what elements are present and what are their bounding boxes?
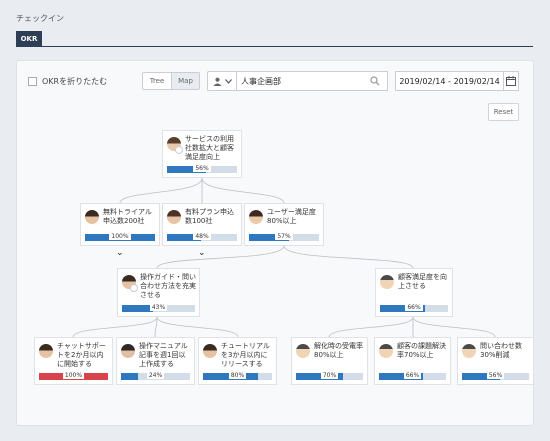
progress-bar: 43%: [122, 304, 195, 312]
okr-node[interactable]: 問い合わせ数30%削減 56%: [457, 337, 534, 385]
node-title: チャットサポートを2か月以内に開始する: [57, 342, 106, 368]
node-title: 操作マニュアル記事を週1回以上作成する: [139, 342, 188, 368]
progress-bar: 56%: [462, 372, 529, 380]
progress-bar: 66%: [380, 304, 448, 312]
okr-node[interactable]: 無料トライアル申込数200社 100%: [80, 203, 160, 246]
avatar: [249, 210, 263, 224]
expand-chevron-icon[interactable]: ⌄: [198, 248, 206, 258]
node-title: 顧客の課題解決率70%以上: [397, 342, 446, 359]
progress-bar: 56%: [167, 165, 237, 173]
okr-node[interactable]: チュートリアルを3か月以内にリリースする 80%: [198, 337, 277, 385]
progress-bar: 70%: [296, 372, 363, 380]
progress-bar: 57%: [249, 233, 319, 241]
okr-node-root[interactable]: サービスの利用社数拡大と顧客満足度向上 56%: [162, 130, 242, 178]
progress-bar: 80%: [203, 372, 272, 380]
progress-label: 56%: [486, 372, 505, 379]
avatar: [203, 344, 217, 358]
okr-node[interactable]: 顧客の課題解決率70%以上 66%: [374, 337, 451, 385]
avatar: [296, 344, 310, 358]
node-title: 顧客満足度を向上させる: [398, 273, 447, 290]
progress-bar: 48%: [167, 233, 237, 241]
progress-label: 57%: [275, 233, 293, 240]
avatar: [39, 344, 53, 358]
progress-label: 43%: [149, 304, 168, 311]
progress-bar: 100%: [39, 372, 108, 380]
progress-label: 66%: [405, 304, 423, 311]
node-title: 操作ガイド・問い合わせ方法を充実させる: [140, 273, 196, 299]
progress-label: 80%: [228, 372, 247, 379]
node-title: 有料プラン申込数100社: [185, 208, 234, 225]
progress-label: 56%: [193, 165, 211, 172]
user-icon: [130, 284, 138, 292]
okr-node[interactable]: 操作マニュアル記事を週1回以上作成する 24%: [116, 337, 195, 385]
progress-label: 66%: [403, 372, 422, 379]
node-title: 無料トライアル申込数200社: [103, 208, 152, 225]
node-title: サービスの利用社数拡大と顧客満足度向上: [185, 135, 234, 161]
avatar: [380, 275, 394, 289]
okr-node[interactable]: 解化時の受電率80%以上 70%: [291, 337, 368, 385]
avatar: [121, 344, 135, 358]
avatar: [462, 344, 476, 358]
progress-bar: 100%: [85, 233, 155, 241]
node-title: 問い合わせ数30%削減: [480, 342, 522, 359]
node-title: ユーザー満足度80%以上: [267, 208, 316, 225]
progress-bar: 66%: [379, 372, 446, 380]
node-title: チュートリアルを3か月以内にリリースする: [221, 342, 270, 368]
progress-label: 100%: [62, 372, 85, 379]
user-icon: [175, 146, 183, 154]
progress-label: 24%: [146, 372, 165, 379]
avatar: [167, 210, 181, 224]
okr-node[interactable]: 顧客満足度を向上させる 66%: [375, 268, 453, 317]
progress-bar: 24%: [121, 372, 190, 380]
progress-label: 48%: [193, 233, 211, 240]
expand-chevron-icon[interactable]: ⌄: [116, 248, 124, 258]
avatar: [85, 210, 99, 224]
okr-node[interactable]: ユーザー満足度80%以上 57%: [244, 203, 324, 246]
okr-node[interactable]: 操作ガイド・問い合わせ方法を充実させる 43%: [117, 268, 200, 317]
progress-label: 70%: [320, 372, 339, 379]
okr-node[interactable]: チャットサポートを2か月以内に開始する 100%: [34, 337, 113, 385]
node-title: 解化時の受電率80%以上: [314, 342, 363, 359]
okr-node[interactable]: 有料プラン申込数100社 48%: [162, 203, 242, 246]
avatar: [379, 344, 393, 358]
progress-label: 100%: [109, 233, 131, 240]
